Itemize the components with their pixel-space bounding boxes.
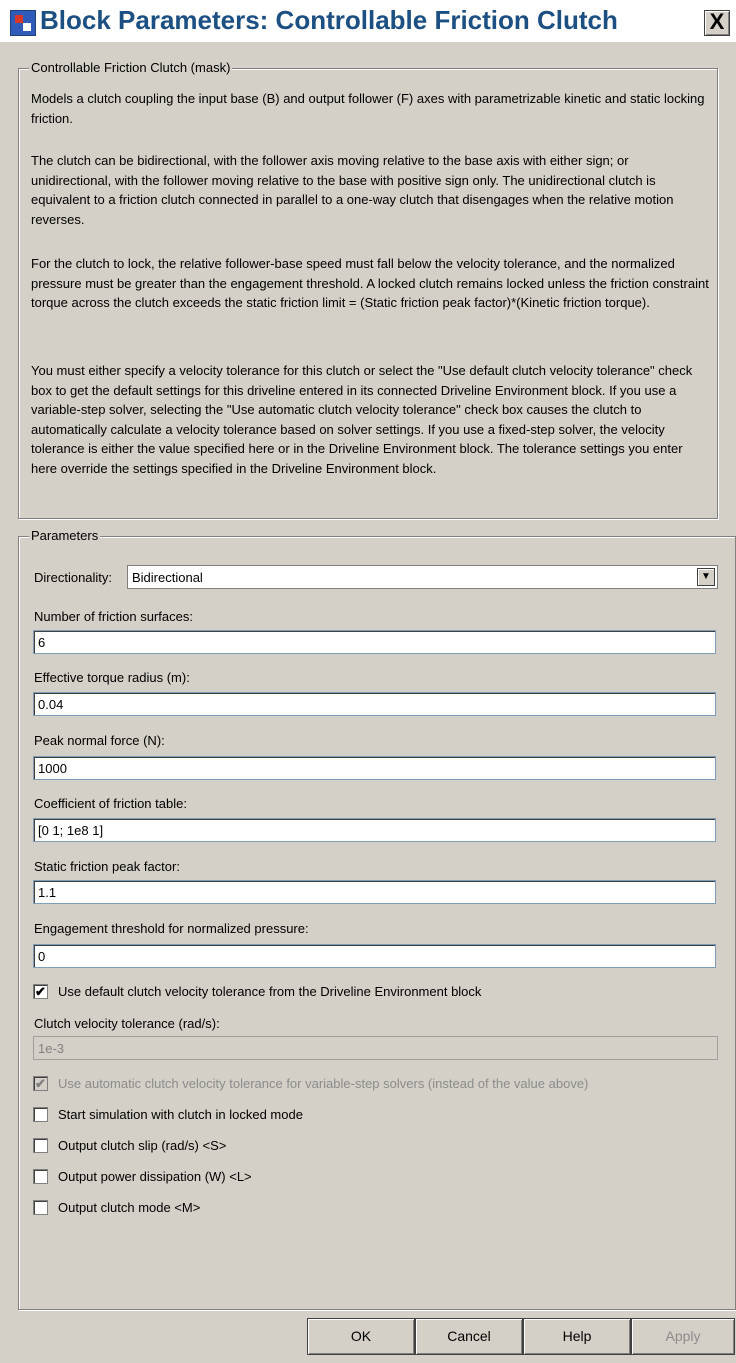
apply-button: Apply [631,1318,735,1355]
engagement-threshold-label: Engagement threshold for normalized pres… [34,921,309,936]
description-group: Controllable Friction Clutch (mask) Mode… [18,60,718,519]
use-default-tolerance-label: Use default clutch velocity tolerance fr… [58,984,482,999]
locked-mode-label: Start simulation with clutch in locked m… [58,1107,303,1122]
friction-surfaces-label: Number of friction surfaces: [34,609,193,624]
output-mode-checkbox[interactable] [33,1200,48,1215]
torque-radius-input[interactable]: 0.04 [33,692,716,716]
friction-surfaces-input[interactable]: 6 [33,630,716,654]
directionality-select[interactable]: Bidirectional ▼ [127,565,718,589]
description-group-label: Controllable Friction Clutch (mask) [29,60,233,75]
output-slip-label: Output clutch slip (rad/s) <S> [58,1138,227,1153]
directionality-value: Bidirectional [132,570,203,585]
description-paragraph-3: For the clutch to lock, the relative fol… [31,256,709,310]
velocity-tolerance-label: Clutch velocity tolerance (rad/s): [34,1016,220,1031]
use-automatic-tolerance-checkbox: ✔ [33,1076,48,1091]
title-bar: Block Parameters: Controllable Friction … [0,0,736,42]
use-default-tolerance-checkbox[interactable]: ✔ [33,984,48,999]
output-power-label: Output power dissipation (W) <L> [58,1169,252,1184]
output-slip-checkbox[interactable] [33,1138,48,1153]
peak-normal-force-label: Peak normal force (N): [34,733,165,748]
friction-table-input[interactable]: [0 1; 1e8 1] [33,818,716,842]
cancel-button[interactable]: Cancel [415,1318,523,1355]
output-power-checkbox[interactable] [33,1169,48,1184]
torque-radius-label: Effective torque radius (m): [34,670,190,685]
simulink-block-icon [10,10,36,36]
output-mode-label: Output clutch mode <M> [58,1200,201,1215]
close-button[interactable]: X [704,10,730,36]
description-paragraph-2: The clutch can be bidirectional, with th… [31,153,674,227]
locked-mode-checkbox[interactable] [33,1107,48,1122]
window-title: Block Parameters: Controllable Friction … [40,5,618,35]
chevron-down-icon[interactable]: ▼ [697,568,715,586]
description-paragraph-4: You must either specify a velocity toler… [31,363,693,476]
velocity-tolerance-input: 1e-3 [33,1036,718,1060]
use-automatic-tolerance-label: Use automatic clutch velocity tolerance … [58,1076,589,1091]
description-paragraph-1: Models a clutch coupling the input base … [31,91,705,126]
friction-table-label: Coefficient of friction table: [34,796,187,811]
directionality-label: Directionality: [34,570,113,585]
peak-normal-force-input[interactable]: 1000 [33,756,716,780]
help-button[interactable]: Help [523,1318,631,1355]
engagement-threshold-input[interactable]: 0 [33,944,716,968]
ok-button[interactable]: OK [307,1318,415,1355]
static-friction-label: Static friction peak factor: [34,859,180,874]
static-friction-input[interactable]: 1.1 [33,880,716,904]
parameters-group-label: Parameters [29,528,101,543]
